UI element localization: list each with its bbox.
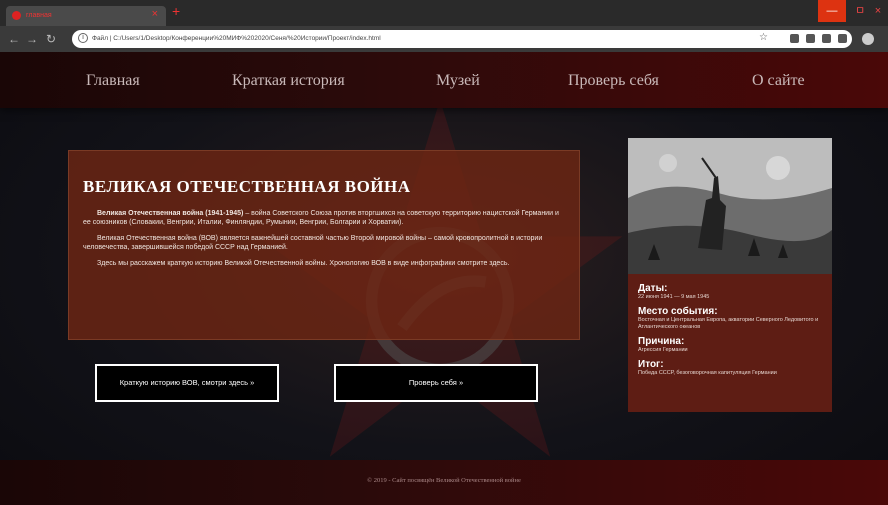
tab-title: главная xyxy=(26,12,52,19)
address-bar[interactable]: i Файл | C:/Users/1/Desktop/Конференции%… xyxy=(72,30,852,48)
history-button[interactable]: Краткую историю ВОВ, смотри здесь » xyxy=(95,364,279,402)
forward-arrow-icon[interactable]: → xyxy=(26,32,38,46)
extension-icon[interactable] xyxy=(838,34,847,43)
facts-card: Даты: 22 июня 1941 — 9 мая 1945 Место со… xyxy=(628,138,832,412)
facts-result-label: Итог: xyxy=(638,359,664,370)
nav-item-about[interactable]: О сайте xyxy=(752,72,805,90)
extension-icon[interactable] xyxy=(822,34,831,43)
page-footer: © 2019 - Сайт посвящён Великой Отечестве… xyxy=(0,460,888,505)
facts-dates-label: Даты: xyxy=(638,283,668,294)
intro-paragraph-1: Великая Отечественная война (1941-1945) … xyxy=(83,209,565,227)
tab-close-icon[interactable]: × xyxy=(152,8,158,20)
nav-item-quiz[interactable]: Проверь себя xyxy=(568,72,659,90)
top-navigation: Главная Краткая история Музей Проверь се… xyxy=(0,52,888,108)
extension-icon[interactable] xyxy=(806,34,815,43)
window-minimize-button[interactable]: — xyxy=(818,0,846,22)
facts-list: Даты: 22 июня 1941 — 9 мая 1945 Место со… xyxy=(638,283,828,382)
page-content: Главная Краткая история Музей Проверь се… xyxy=(0,52,888,505)
window-close-button[interactable]: × xyxy=(868,0,888,22)
browser-tab[interactable]: главная × xyxy=(6,6,166,26)
facts-result-value: Победа СССР, безоговорочная капитуляция … xyxy=(638,370,777,376)
info-icon[interactable]: i xyxy=(78,33,88,43)
extension-icon[interactable] xyxy=(790,34,799,43)
browser-titlebar: главная × + — ㅁ × xyxy=(0,0,888,26)
facts-cause-value: Агрессия Германии xyxy=(638,347,688,353)
nav-item-museum[interactable]: Музей xyxy=(436,72,480,90)
intro-paragraph-2: Великая Отечественная война (ВОВ) являет… xyxy=(83,235,543,251)
back-arrow-icon[interactable]: ← xyxy=(8,32,20,46)
nav-item-history[interactable]: Краткая история xyxy=(232,72,345,90)
page-title: ВЕЛИКАЯ ОТЕЧЕСТВЕННАЯ ВОЙНА xyxy=(83,177,411,196)
reload-icon[interactable]: ↻ xyxy=(46,32,56,46)
footer-text: © 2019 - Сайт посвящён Великой Отечестве… xyxy=(367,477,521,484)
war-photo xyxy=(628,138,832,274)
favicon-icon xyxy=(12,11,21,20)
intro-panel: ВЕЛИКАЯ ОТЕЧЕСТВЕННАЯ ВОЙНА Великая Отеч… xyxy=(68,150,580,340)
facts-place-label: Место события: xyxy=(638,306,718,317)
intro-bold-term: Великая Отечественная война (1941-1945) xyxy=(97,210,244,217)
nav-item-home[interactable]: Главная xyxy=(86,72,140,90)
intro-paragraph-3: Здесь мы расскажем краткую историю Велик… xyxy=(97,260,510,267)
facts-cause-label: Причина: xyxy=(638,336,685,347)
quiz-button[interactable]: Проверь себя » xyxy=(334,364,538,402)
soldier-photo-illustration xyxy=(628,138,832,274)
browser-toolbar: ← → ↻ i Файл | C:/Users/1/Desktop/Конфер… xyxy=(0,26,888,52)
bookmark-star-icon[interactable]: ☆ xyxy=(759,32,768,43)
facts-dates-value: 22 июня 1941 — 9 мая 1945 xyxy=(638,294,710,300)
facts-place-value: Восточная и Центральная Европа, акватори… xyxy=(638,317,819,330)
url-text: Файл | C:/Users/1/Desktop/Конференции%20… xyxy=(92,35,381,42)
new-tab-button[interactable]: + xyxy=(172,3,180,19)
profile-avatar-icon[interactable] xyxy=(862,33,874,45)
